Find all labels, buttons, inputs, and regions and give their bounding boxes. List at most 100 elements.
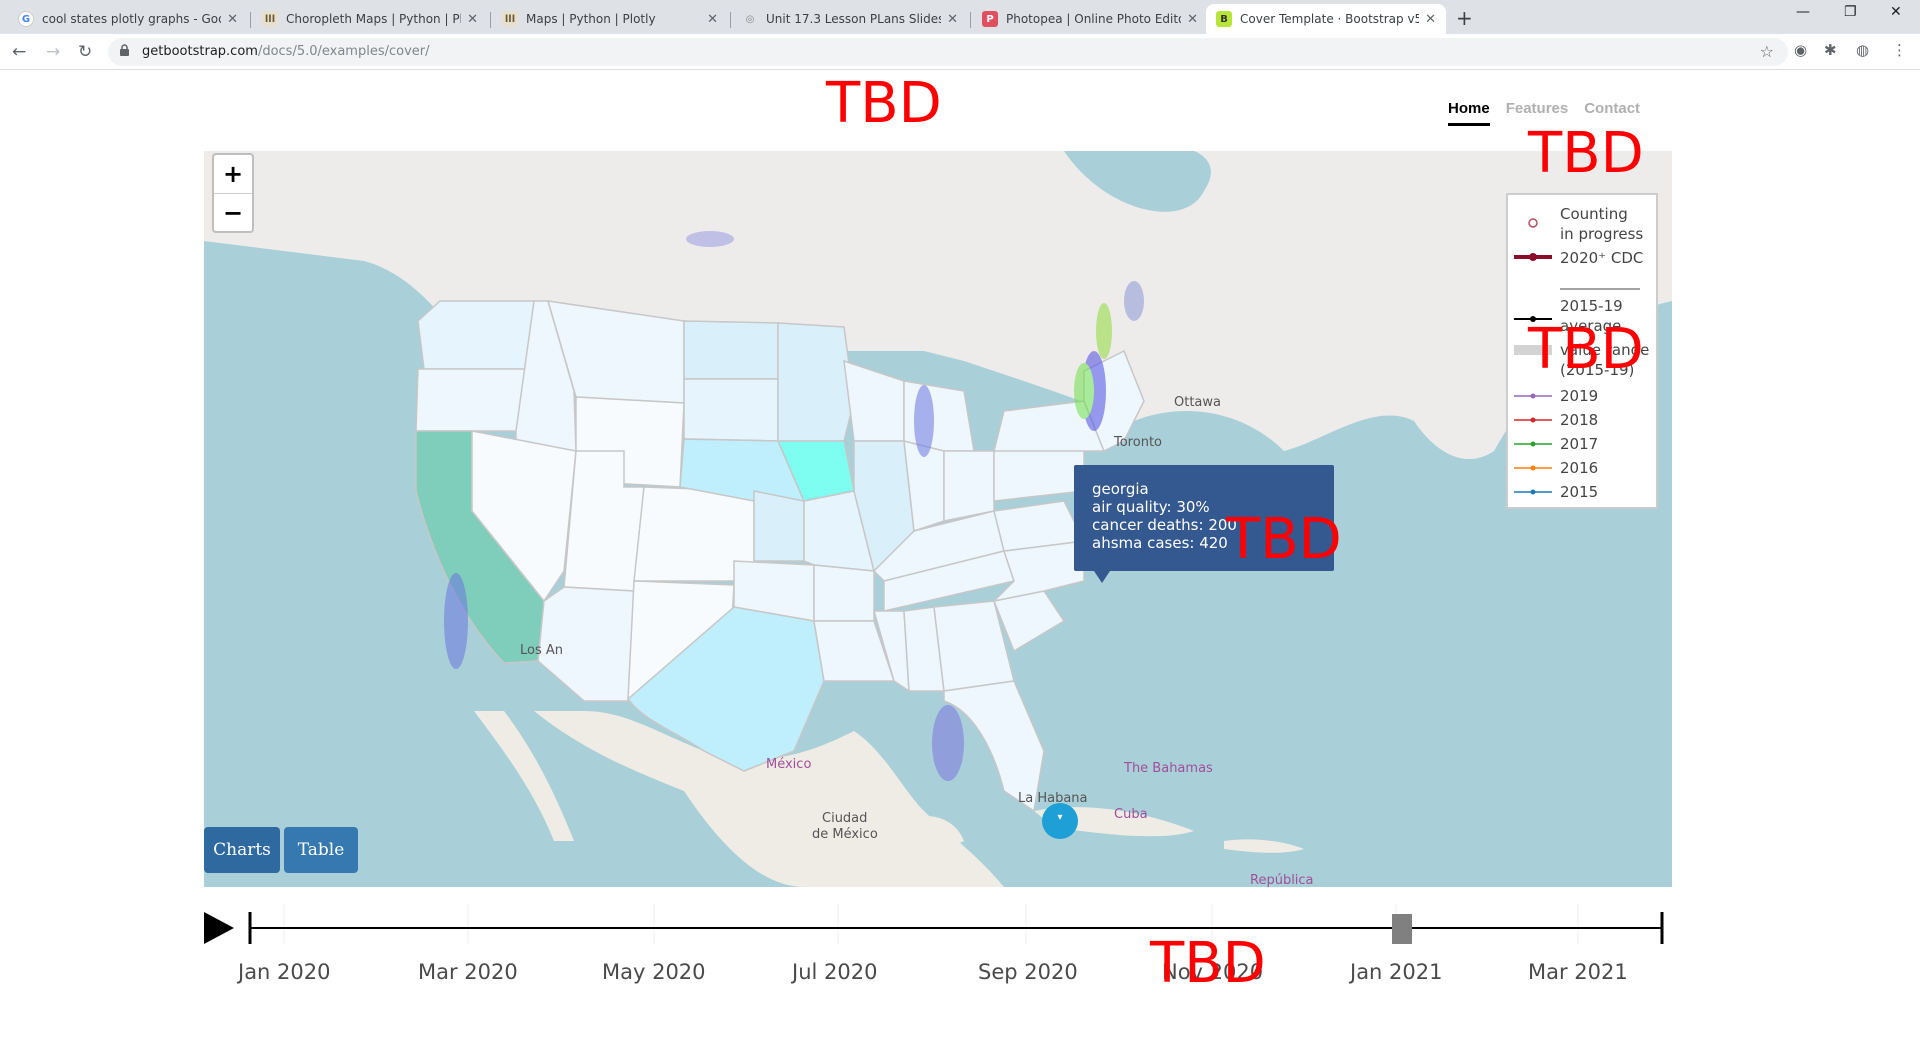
plotly-favicon-icon: lll bbox=[502, 11, 518, 27]
tooltip-state: georgia bbox=[1092, 480, 1149, 498]
browser-toolbar: ← → ↻ getbootstrap.com/docs/5.0/examples… bbox=[0, 34, 1920, 70]
tab-divider bbox=[730, 12, 731, 28]
legend-open-circle-icon bbox=[1528, 218, 1538, 228]
legend-2015: 2015 bbox=[1560, 483, 1599, 501]
state-wisconsin bbox=[843, 359, 905, 442]
timeline-handle[interactable] bbox=[1392, 914, 1412, 944]
tick-jan-2020: Jan 2020 bbox=[238, 960, 331, 984]
legend-2017-line-icon bbox=[1514, 441, 1552, 447]
tbd-placeholder-timeline: TBD bbox=[1150, 931, 1266, 996]
tab-title: Cover Template · Bootstrap v5.0 bbox=[1240, 12, 1420, 26]
tab-divider bbox=[250, 12, 251, 28]
forward-arrow-icon[interactable]: → bbox=[46, 42, 60, 62]
label-los-angeles: Los An bbox=[520, 643, 564, 658]
tab-divider bbox=[490, 12, 491, 28]
reload-icon[interactable]: ↻ bbox=[78, 42, 92, 62]
label-bahamas: The Bahamas bbox=[1124, 761, 1213, 776]
minimize-icon[interactable]: — bbox=[1796, 4, 1810, 20]
label-ottawa: Ottawa bbox=[1174, 395, 1221, 410]
legend-divider bbox=[1560, 288, 1640, 290]
page-content: TBD Home Features Contact TBD Ottawa Tor… bbox=[0, 70, 1920, 1040]
tab-5-active[interactable]: B Cover Template · Bootstrap v5.0 ✕ bbox=[1206, 4, 1446, 34]
tab-divider bbox=[970, 12, 971, 28]
nav-home[interactable]: Home bbox=[1448, 100, 1490, 126]
tab-4[interactable]: P Photopea | Online Photo Editor ✕ bbox=[972, 4, 1208, 34]
state-arkansas bbox=[813, 564, 875, 622]
tab-title: Unit 17.3 Lesson PLans Slides.pdf bbox=[766, 12, 941, 26]
lock-icon bbox=[120, 44, 129, 56]
menu-dots-icon[interactable]: ⋮ bbox=[1892, 41, 1907, 59]
tab-title: Choropleth Maps | Python | Plotl bbox=[286, 12, 462, 26]
label-cuba: Cuba bbox=[1114, 807, 1148, 822]
browser-tab-bar: G cool states plotly graphs - Google ✕ l… bbox=[0, 0, 1920, 34]
choropleth-map[interactable]: Ottawa Toronto Los An México Ciudad de M… bbox=[204, 151, 1672, 887]
bookmark-star-icon[interactable]: ☆ bbox=[1760, 42, 1774, 61]
label-ciudad: Ciudad bbox=[822, 811, 868, 826]
globe-favicon-icon: ◎ bbox=[745, 13, 755, 25]
play-icon[interactable] bbox=[202, 910, 236, 946]
label-de-mexico: de México bbox=[812, 827, 878, 842]
tick-mar-2020: Mar 2020 bbox=[418, 960, 518, 984]
zoom-in-button[interactable]: + bbox=[214, 155, 252, 193]
new-tab-plus-icon[interactable]: + bbox=[1456, 6, 1473, 30]
window-close-icon[interactable]: ✕ bbox=[1890, 4, 1902, 20]
tick-jan-2021: Jan 2021 bbox=[1350, 960, 1443, 984]
tab-title: Maps | Python | Plotly bbox=[526, 12, 656, 26]
legend-2019: 2019 bbox=[1560, 387, 1599, 405]
tab-1[interactable]: lll Choropleth Maps | Python | Plotl ✕ bbox=[252, 4, 488, 34]
profile-avatar-icon[interactable]: ◍ bbox=[1856, 41, 1869, 59]
timeline-axis bbox=[248, 904, 1664, 944]
tbd-placeholder-map: TBD bbox=[1226, 507, 1342, 572]
state-north-dakota bbox=[683, 320, 779, 380]
tick-sep-2020: Sep 2020 bbox=[978, 960, 1078, 984]
close-icon[interactable]: ✕ bbox=[467, 12, 478, 27]
zoom-out-button[interactable]: − bbox=[214, 193, 252, 231]
legend-counting-2: in progress bbox=[1560, 225, 1644, 243]
close-icon[interactable]: ✕ bbox=[947, 12, 958, 27]
timeline-slider[interactable]: Jan 2020 Mar 2020 May 2020 Jul 2020 Sep … bbox=[204, 904, 1696, 1002]
legend-average-1: 2015-19 bbox=[1560, 297, 1623, 315]
google-favicon-icon: G bbox=[18, 11, 34, 27]
table-button[interactable]: Table bbox=[284, 827, 358, 873]
state-ohio bbox=[943, 450, 995, 522]
legend-2016-line-icon bbox=[1514, 465, 1552, 471]
extensions-puzzle-icon[interactable]: ✱ bbox=[1824, 41, 1837, 59]
tick-mar-2021: Mar 2021 bbox=[1528, 960, 1628, 984]
legend-2017: 2017 bbox=[1560, 435, 1599, 453]
label-mexico: México bbox=[766, 757, 812, 772]
extension-shield-icon[interactable]: ◉ bbox=[1794, 41, 1807, 59]
charts-button[interactable]: Charts bbox=[204, 827, 280, 873]
zoom-control: + − bbox=[212, 153, 254, 233]
address-bar[interactable]: getbootstrap.com/docs/5.0/examples/cover… bbox=[108, 38, 1788, 66]
state-pennsylvania bbox=[993, 446, 1085, 502]
tbd-placeholder-top: TBD bbox=[826, 71, 942, 136]
close-icon[interactable]: ✕ bbox=[707, 12, 718, 27]
tab-0[interactable]: G cool states plotly graphs - Google ✕ bbox=[8, 4, 248, 34]
legend-2018-line-icon bbox=[1514, 417, 1552, 423]
state-kansas bbox=[753, 490, 805, 562]
state-oregon bbox=[415, 368, 535, 432]
close-icon[interactable]: ✕ bbox=[1425, 12, 1436, 27]
state-south-dakota bbox=[683, 378, 779, 442]
label-republica: República bbox=[1250, 873, 1314, 887]
map-basemap bbox=[204, 151, 1672, 887]
tbd-placeholder-legend: TBD bbox=[1528, 317, 1644, 382]
tbd-placeholder-nav: TBD bbox=[1528, 121, 1644, 186]
map-marker-icon[interactable]: ▾ bbox=[1040, 801, 1080, 841]
state-washington bbox=[417, 300, 535, 370]
url-text: getbootstrap.com/docs/5.0/examples/cover… bbox=[142, 44, 430, 59]
restore-icon[interactable]: ❐ bbox=[1844, 4, 1857, 20]
back-arrow-icon[interactable]: ← bbox=[12, 42, 26, 62]
tick-may-2020: May 2020 bbox=[602, 960, 706, 984]
tab-title: Photopea | Online Photo Editor bbox=[1006, 12, 1182, 26]
close-icon[interactable]: ✕ bbox=[227, 12, 238, 27]
tab-3[interactable]: ◎ Unit 17.3 Lesson PLans Slides.pdf ✕ bbox=[732, 4, 968, 34]
svg-text:▾: ▾ bbox=[1057, 812, 1062, 823]
legend-cdc-line-icon bbox=[1514, 253, 1552, 261]
tab-2[interactable]: lll Maps | Python | Plotly ✕ bbox=[492, 4, 728, 34]
legend-2015-line-icon bbox=[1514, 489, 1552, 495]
legend-counting-1: Counting bbox=[1560, 205, 1628, 223]
tick-jul-2020: Jul 2020 bbox=[792, 960, 878, 984]
close-icon[interactable]: ✕ bbox=[1187, 12, 1198, 27]
bootstrap-favicon-icon: B bbox=[1216, 11, 1232, 27]
